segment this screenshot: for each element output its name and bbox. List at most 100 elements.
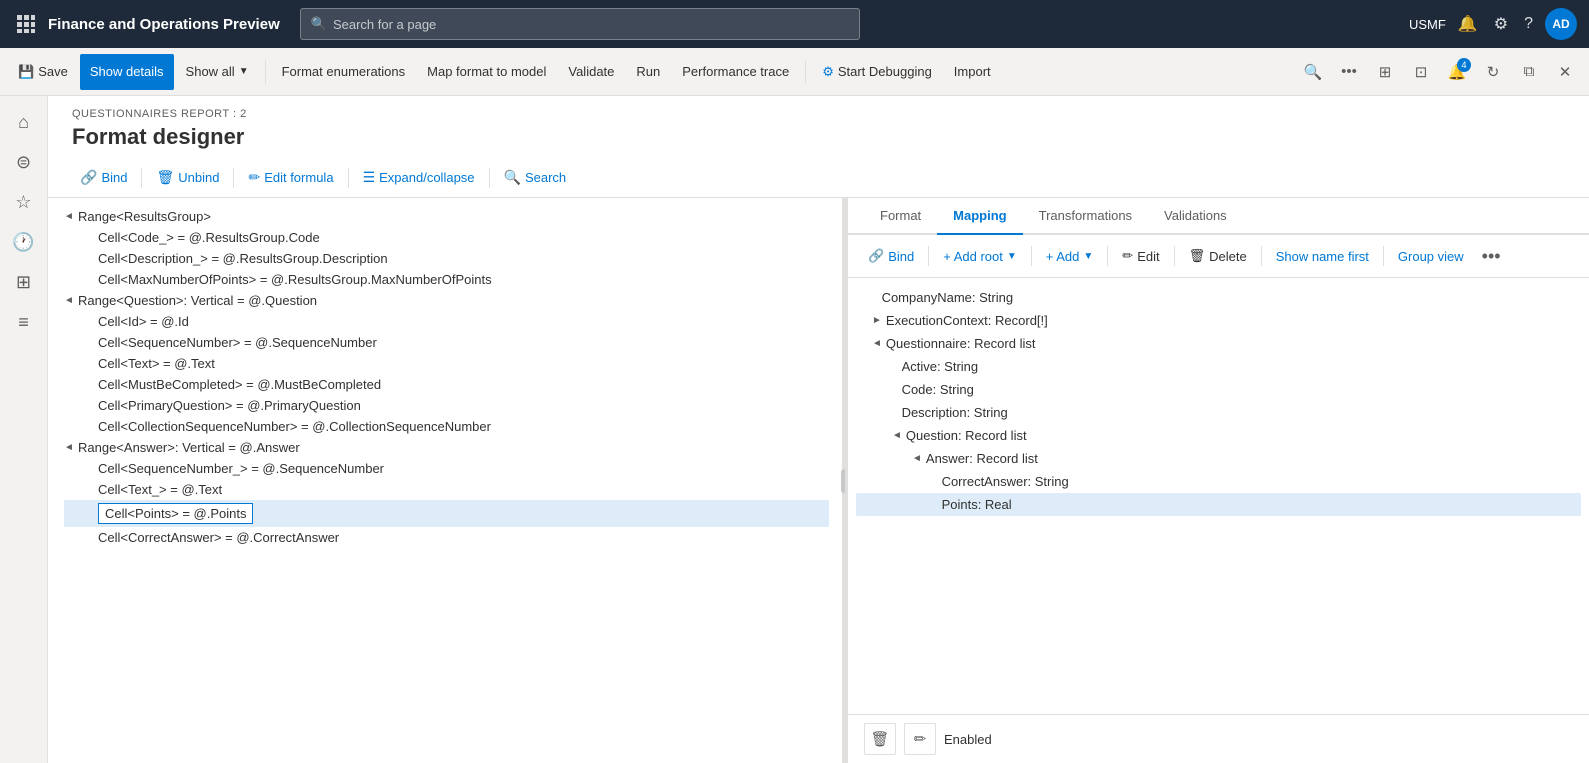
toggle-question[interactable]: ◄ (892, 430, 902, 441)
toggle-questionnaire[interactable]: ◄ (872, 338, 882, 349)
validate-button[interactable]: Validate (558, 54, 624, 90)
search-content-button[interactable]: 🔍 Search (496, 164, 575, 191)
content-toolbar: 🔗 Bind 🗑 Unbind ✏ Edit formula ☰ Expand/… (48, 158, 1589, 198)
tree-item-seqnum2[interactable]: Cell<SequenceNumber_> = @.SequenceNumber (64, 458, 829, 479)
tree-item-points[interactable]: Cell<Points> = @.Points (64, 500, 829, 527)
tree-item-collseq[interactable]: Cell<CollectionSequenceNumber> = @.Colle… (64, 416, 829, 437)
format-enumerations-button[interactable]: Format enumerations (272, 54, 416, 90)
user-avatar[interactable]: AD (1545, 8, 1577, 40)
bind-button[interactable]: 🔗 Bind (72, 164, 135, 191)
start-debugging-button[interactable]: ⚙ Start Debugging (812, 54, 942, 90)
arrow-code (84, 232, 94, 243)
add-chevron: ▼ (1083, 251, 1093, 262)
right-tree-company[interactable]: CompanyName: String (856, 286, 1581, 309)
arrow-collseq (84, 421, 94, 432)
tree-item-primaryq[interactable]: Cell<PrimaryQuestion> = @.PrimaryQuestio… (64, 395, 829, 416)
group-view-button[interactable]: Group view (1390, 244, 1472, 269)
tab-format[interactable]: Format (864, 198, 937, 235)
toggle-correctanswer (932, 476, 938, 487)
mapping-bind-button[interactable]: 🔗 Bind (860, 243, 922, 269)
toggle-answer[interactable]: ◄ (912, 453, 922, 464)
waffle-icon[interactable] (12, 10, 40, 38)
tree-item-text2[interactable]: Cell<Text_> = @.Text (64, 479, 829, 500)
settings-icon[interactable]: ⚙ (1490, 10, 1512, 38)
nav-clock-icon[interactable]: 🕐 (6, 224, 42, 260)
tree-item-answer[interactable]: ◄ Range<Answer>: Vertical = @.Answer (64, 437, 829, 458)
toggle-execctx[interactable]: ► (872, 315, 882, 326)
tree-item-question[interactable]: ◄ Range<Question>: Vertical = @.Question (64, 290, 829, 311)
right-tree-execctx[interactable]: ► ExecutionContext: Record[!] (856, 309, 1581, 332)
edit-formula-icon: ✏ (248, 169, 260, 186)
show-name-first-button[interactable]: Show name first (1268, 244, 1377, 269)
more-toolbar-icon[interactable]: ••• (1333, 56, 1365, 88)
resize-handle[interactable] (841, 469, 848, 493)
edit-formula-button[interactable]: ✏ Edit formula (240, 164, 341, 191)
tree-item-seqnum[interactable]: Cell<SequenceNumber> = @.SequenceNumber (64, 332, 829, 353)
right-tree-points[interactable]: Points: Real (856, 493, 1581, 516)
help-icon[interactable]: ? (1520, 11, 1537, 37)
notifications-toolbar-icon[interactable]: 🔔 4 (1441, 56, 1473, 88)
tree-item-description[interactable]: Cell<Description_> = @.ResultsGroup.Desc… (64, 248, 829, 269)
save-button[interactable]: 💾 Save (8, 54, 78, 90)
right-tree-question[interactable]: ◄ Question: Record list (856, 424, 1581, 447)
tree-item-mustbe[interactable]: Cell<MustBeCompleted> = @.MustBeComplete… (64, 374, 829, 395)
edit-bottom-button[interactable]: ✏ (904, 723, 936, 755)
left-pane: ◄ Range<ResultsGroup> Cell<Code_> = @.Re… (48, 198, 848, 763)
show-all-button[interactable]: Show all ▼ (176, 54, 259, 90)
right-tree-questionnaire[interactable]: ◄ Questionnaire: Record list (856, 332, 1581, 355)
grid-toolbar-icon[interactable]: ⊞ (1369, 56, 1401, 88)
nav-list-icon[interactable]: ≡ (6, 304, 42, 340)
tree-item-code[interactable]: Cell<Code_> = @.ResultsGroup.Code (64, 227, 829, 248)
right-tree-active[interactable]: Active: String (856, 355, 1581, 378)
nav-table-icon[interactable]: ⊞ (6, 264, 42, 300)
search-toolbar-icon[interactable]: 🔍 (1297, 56, 1329, 88)
arrow-correct (84, 532, 94, 543)
tree-item-text[interactable]: Cell<Text> = @.Text (64, 353, 829, 374)
content-area: QUESTIONNAIRES REPORT : 2 Format designe… (48, 96, 1589, 763)
notification-icon[interactable]: 🔔 (1454, 10, 1482, 38)
right-tree-desc[interactable]: Description: String (856, 401, 1581, 424)
arrow-description (84, 253, 94, 264)
delete-bottom-button[interactable]: 🗑 (864, 723, 896, 755)
delete-mapping-button[interactable]: 🗑 Delete (1181, 243, 1255, 269)
extend-toolbar-icon[interactable]: ⊡ (1405, 56, 1437, 88)
tab-mapping[interactable]: Mapping (937, 198, 1022, 235)
refresh-toolbar-icon[interactable]: ↻ (1477, 56, 1509, 88)
popout-toolbar-icon[interactable]: ⧉ (1513, 56, 1545, 88)
search-content-icon: 🔍 (504, 169, 521, 186)
nav-filter-icon[interactable]: ⊜ (6, 144, 42, 180)
right-pane-bottom: 🗑 ✏ Enabled (848, 714, 1589, 763)
show-details-button[interactable]: Show details (80, 54, 174, 90)
top-search-bar[interactable]: 🔍 Search for a page (300, 8, 860, 40)
expand-collapse-button[interactable]: ☰ Expand/collapse (355, 164, 483, 191)
add-button[interactable]: + Add ▼ (1038, 244, 1102, 269)
run-button[interactable]: Run (626, 54, 670, 90)
unbind-button[interactable]: 🗑 Unbind (148, 164, 227, 191)
tab-validations[interactable]: Validations (1148, 198, 1243, 235)
show-all-chevron-icon: ▼ (239, 66, 249, 77)
map-format-to-model-button[interactable]: Map format to model (417, 54, 556, 90)
arrow-points (84, 508, 94, 519)
tree-item-maxpoints[interactable]: Cell<MaxNumberOfPoints> = @.ResultsGroup… (64, 269, 829, 290)
toggle-points (932, 499, 938, 510)
tab-transformations[interactable]: Transformations (1023, 198, 1148, 235)
right-tree-scroll[interactable]: CompanyName: String ► ExecutionContext: … (848, 278, 1589, 714)
performance-trace-button[interactable]: Performance trace (672, 54, 799, 90)
enabled-status: Enabled (944, 732, 992, 747)
toolbar-separator-2 (805, 60, 806, 84)
tree-item-resultsgroup[interactable]: ◄ Range<ResultsGroup> (64, 206, 829, 227)
tree-item-id[interactable]: Cell<Id> = @.Id (64, 311, 829, 332)
more-options-button[interactable]: ••• (1476, 244, 1507, 269)
right-tree-correctanswer[interactable]: CorrectAnswer: String (856, 470, 1581, 493)
top-right-icons: USMF 🔔 ⚙ ? AD (1409, 8, 1577, 40)
close-toolbar-icon[interactable]: ✕ (1549, 56, 1581, 88)
nav-home-icon[interactable]: ⌂ (6, 104, 42, 140)
edit-mapping-button[interactable]: ✏ Edit (1114, 243, 1167, 269)
top-nav: Finance and Operations Preview 🔍 Search … (0, 0, 1589, 48)
tree-item-correct[interactable]: Cell<CorrectAnswer> = @.CorrectAnswer (64, 527, 829, 548)
right-tree-answer[interactable]: ◄ Answer: Record list (856, 447, 1581, 470)
nav-star-icon[interactable]: ☆ (6, 184, 42, 220)
add-root-button[interactable]: + Add root ▼ (935, 244, 1025, 269)
import-button[interactable]: Import (944, 54, 1001, 90)
right-tree-code[interactable]: Code: String (856, 378, 1581, 401)
